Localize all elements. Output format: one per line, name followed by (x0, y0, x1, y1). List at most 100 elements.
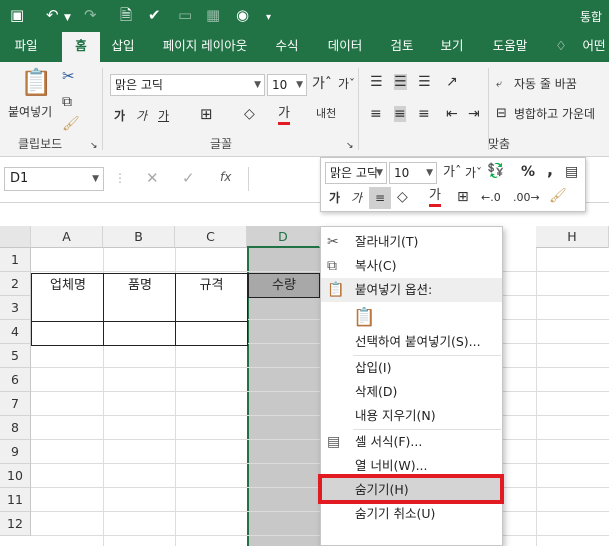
row-header[interactable]: 7 (0, 392, 31, 416)
tab-review[interactable]: 검토 (382, 32, 422, 62)
enter-icon[interactable]: ✓ (182, 169, 195, 187)
mini-font-combo[interactable]: 맑은 고딕 ▼ (325, 162, 387, 184)
spell-check-icon[interactable]: ✔ (148, 6, 161, 24)
align-top-icon[interactable]: ☰ (370, 74, 383, 90)
decrease-indent-icon[interactable]: ⇤ (446, 106, 458, 122)
mini-bold-button[interactable]: 가 (329, 190, 340, 206)
mini-fill-color-icon[interactable]: ◇ (397, 189, 408, 205)
row-header[interactable]: 1 (0, 248, 31, 272)
tab-data[interactable]: 데이터 (320, 32, 370, 62)
column-header-h[interactable]: H (536, 226, 609, 248)
row-header[interactable]: 8 (0, 416, 31, 440)
percent-button[interactable]: % (521, 164, 535, 180)
redo-icon[interactable]: ↷ (84, 6, 97, 24)
tab-home[interactable]: 홈 (62, 32, 100, 62)
cancel-icon[interactable]: ✕ (146, 169, 159, 187)
header-cell-spec[interactable]: 규격 (175, 273, 248, 298)
tab-tell-me[interactable]: 어떤 (574, 32, 609, 62)
table-cell[interactable] (31, 321, 104, 346)
align-bottom-icon[interactable]: ☰ (418, 74, 431, 90)
mini-font-color-icon[interactable]: 가 (429, 188, 441, 207)
row-header[interactable]: 6 (0, 368, 31, 392)
mini-size-combo[interactable]: 10 ▼ (389, 162, 437, 184)
menu-item-unhide[interactable]: 숨기기 취소(U) (321, 502, 502, 526)
tab-insert[interactable]: 삽입 (104, 32, 142, 62)
table-cell[interactable] (175, 321, 248, 346)
row-header[interactable]: 3 (0, 296, 31, 320)
form-icon[interactable]: ▭ (178, 6, 192, 24)
row-header[interactable]: 4 (0, 320, 31, 344)
save-icon[interactable]: ▣ (10, 6, 24, 24)
row-header[interactable]: 5 (0, 344, 31, 368)
tab-formulas[interactable]: 수식 (268, 32, 306, 62)
align-right-icon[interactable]: ≡ (418, 106, 430, 122)
column-header-c[interactable]: C (175, 226, 247, 248)
orientation-icon[interactable]: ↗ (446, 74, 458, 90)
underline-button[interactable]: 가 (158, 108, 169, 124)
menu-item-delete[interactable]: 삭제(D) (321, 380, 502, 404)
table-cell[interactable] (31, 297, 104, 322)
italic-button[interactable]: 가 (136, 108, 147, 124)
mini-format-painter-icon[interactable]: 🖌 (549, 188, 567, 204)
name-box[interactable]: D1 ▼ (4, 167, 104, 191)
borders-icon[interactable]: ⊞ (200, 106, 213, 122)
mini-borders-icon[interactable]: ⊞ (457, 189, 469, 205)
align-center-icon[interactable]: ≡ (394, 106, 406, 122)
dialog-launcher-icon[interactable]: ↘ (90, 138, 98, 154)
row-header[interactable]: 11 (0, 488, 31, 512)
bold-button[interactable]: 가 (114, 108, 125, 124)
increase-decimal-icon[interactable]: ←.0 (481, 190, 501, 206)
increase-indent-icon[interactable]: ⇥ (468, 106, 480, 122)
format-painter-icon[interactable]: 🖌 (62, 116, 80, 132)
mini-italic-button[interactable]: 가 (351, 190, 362, 206)
tab-view[interactable]: 보기 (432, 32, 472, 62)
column-header-b[interactable]: B (103, 226, 175, 248)
increase-font-icon[interactable]: 가ˆ (312, 76, 332, 92)
comma-button[interactable]: , (547, 162, 553, 178)
menu-item-cut[interactable]: ✂ 잘라내기(T) (321, 230, 502, 254)
customize-qat-icon[interactable]: ▾ (266, 9, 271, 27)
fill-color-icon[interactable]: ◇ (244, 106, 255, 122)
undo-dropdown-icon[interactable]: ▼ (64, 9, 71, 27)
header-cell-company[interactable]: 업체명 (31, 273, 104, 298)
column-header-a[interactable]: A (31, 226, 103, 248)
copy-icon[interactable]: ⧉ (62, 94, 72, 110)
paste-button[interactable]: 붙여넣기 (8, 104, 52, 120)
tab-help[interactable]: 도움말 (484, 32, 536, 62)
tab-page-layout[interactable]: 페이지 레이아웃 (146, 32, 264, 62)
print-preview-icon[interactable]: 🗎 (120, 6, 132, 24)
column-header-d[interactable]: D (247, 226, 320, 248)
align-left-icon[interactable]: ≡ (370, 106, 382, 122)
paste-icon[interactable]: 📋 (20, 68, 52, 98)
merge-center-button[interactable]: 병합하고 가운데 (514, 106, 595, 122)
row-header[interactable]: 10 (0, 464, 31, 488)
table-cell[interactable] (175, 297, 248, 322)
increase-font-icon[interactable]: 가ˆ (443, 165, 461, 181)
phonetic-button[interactable]: 내천 (316, 106, 336, 122)
header-cell-quantity[interactable]: 수량 (248, 273, 320, 298)
row-header[interactable]: 9 (0, 440, 31, 464)
mini-align-center-icon[interactable]: ≡ (369, 187, 391, 209)
align-middle-icon[interactable]: ☰ (394, 74, 407, 90)
table-cell[interactable] (103, 321, 176, 346)
decrease-font-icon[interactable]: 가ˇ (338, 76, 355, 92)
accounting-format-icon[interactable]: 💱 (487, 163, 504, 179)
menu-item-paste-option[interactable]: 📋 (321, 304, 502, 332)
camera-icon[interactable]: ◉ (236, 6, 249, 24)
lightbulb-icon[interactable]: ♢ (552, 32, 570, 62)
format-table-icon[interactable]: ▤ (565, 164, 578, 180)
menu-item-format-cells[interactable]: ▤ 셀 서식(F)... (321, 430, 502, 454)
decrease-decimal-icon[interactable]: .00→ (513, 190, 540, 206)
menu-item-clear-contents[interactable]: 내용 지우기(N) (321, 404, 502, 428)
table-cell[interactable] (103, 297, 176, 322)
wrap-text-button[interactable]: 자동 줄 바꿈 (514, 76, 577, 92)
formula-input[interactable] (248, 167, 318, 191)
row-header[interactable]: 12 (0, 512, 31, 536)
menu-item-paste-special[interactable]: 선택하여 붙여넣기(S)... (321, 330, 502, 354)
select-all-corner[interactable] (0, 226, 31, 248)
font-color-icon[interactable]: 가 (278, 106, 290, 125)
decrease-font-icon[interactable]: 가ˇ (465, 165, 482, 181)
header-cell-item[interactable]: 품명 (103, 273, 176, 298)
font-size-combo[interactable]: 10 ▼ (267, 74, 307, 96)
menu-item-copy[interactable]: ⧉ 복사(C) (321, 254, 502, 278)
